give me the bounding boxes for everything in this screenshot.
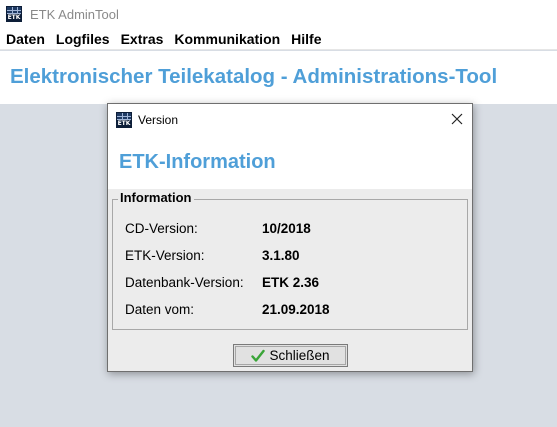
page-title: Elektronischer Teilekatalog - Administra… xyxy=(10,65,498,88)
info-value: 21.09.2018 xyxy=(262,301,330,317)
menu-logfiles[interactable]: Logfiles xyxy=(54,31,117,47)
version-dialog: ETK Version ETK-Information Information … xyxy=(107,103,473,372)
group-title: Information xyxy=(118,190,194,205)
dialog-header: ETK-Information xyxy=(108,135,472,189)
window-titlebar[interactable]: ETK ETK AdminTool xyxy=(0,0,557,28)
info-label: ETK-Version: xyxy=(125,247,205,263)
menu-kommunikation[interactable]: Kommunikation xyxy=(172,31,287,47)
information-group: Information CD-Version: 10/2018 ETK-Vers… xyxy=(112,190,468,330)
menu-hilfe[interactable]: Hilfe xyxy=(289,31,328,47)
check-icon xyxy=(251,349,266,363)
close-button[interactable]: Schließen xyxy=(233,344,348,367)
dialog-heading: ETK-Information xyxy=(119,151,276,173)
menu-bar: Daten Logfiles Extras Kommunikation Hilf… xyxy=(0,28,557,50)
main-header: Elektronischer Teilekatalog - Administra… xyxy=(0,51,557,104)
menu-extras[interactable]: Extras xyxy=(119,31,171,47)
info-label: Daten vom: xyxy=(125,301,195,317)
info-label: CD-Version: xyxy=(125,220,198,236)
close-icon[interactable] xyxy=(448,110,466,128)
info-value: 3.1.80 xyxy=(262,247,300,263)
info-label: Datenbank-Version: xyxy=(125,274,244,290)
dialog-titlebar[interactable]: ETK Version xyxy=(108,104,472,135)
menu-daten[interactable]: Daten xyxy=(4,31,52,47)
info-row-etk-version: ETK-Version: 3.1.80 xyxy=(125,246,300,264)
dialog-title: Version xyxy=(138,112,179,127)
info-row-datenbank-version: Datenbank-Version: ETK 2.36 xyxy=(125,273,319,291)
etk-app-icon: ETK xyxy=(6,6,22,22)
close-button-label: Schließen xyxy=(269,348,330,363)
window-title: ETK AdminTool xyxy=(30,6,119,22)
info-value: 10/2018 xyxy=(262,220,311,236)
close-button-focus: Schließen xyxy=(235,346,346,365)
info-row-cd-version: CD-Version: 10/2018 xyxy=(125,219,311,237)
info-row-daten-vom: Daten vom: 21.09.2018 xyxy=(125,300,330,318)
info-value: ETK 2.36 xyxy=(262,274,320,290)
etk-app-icon: ETK xyxy=(116,111,132,128)
